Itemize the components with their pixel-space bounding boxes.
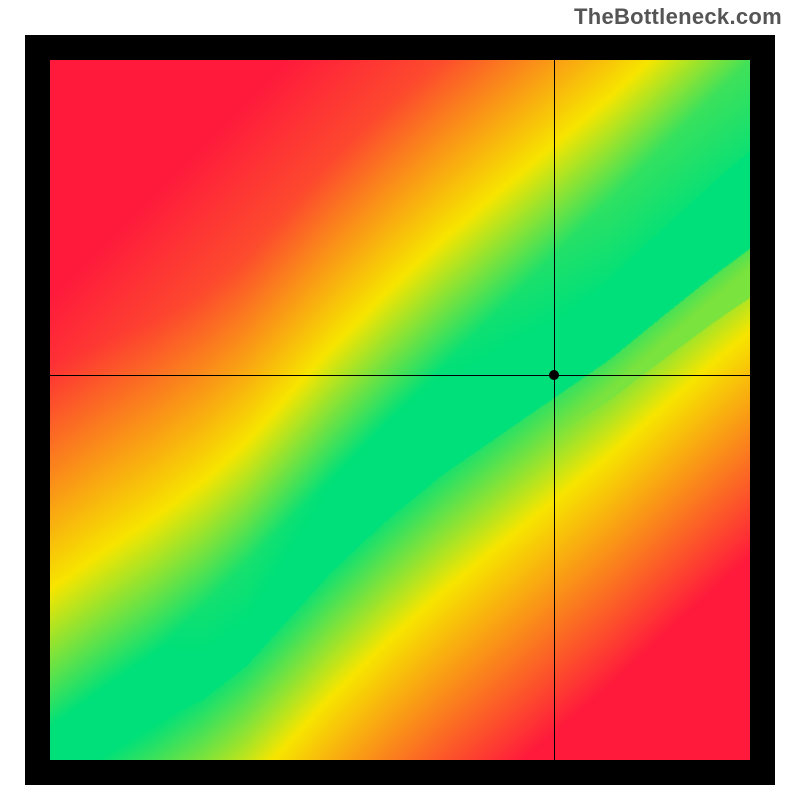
plot-area (50, 60, 750, 760)
chart-container: TheBottleneck.com (0, 0, 800, 800)
heatmap-canvas (50, 60, 750, 760)
chart-frame (25, 35, 775, 785)
watermark-text: TheBottleneck.com (574, 4, 782, 30)
